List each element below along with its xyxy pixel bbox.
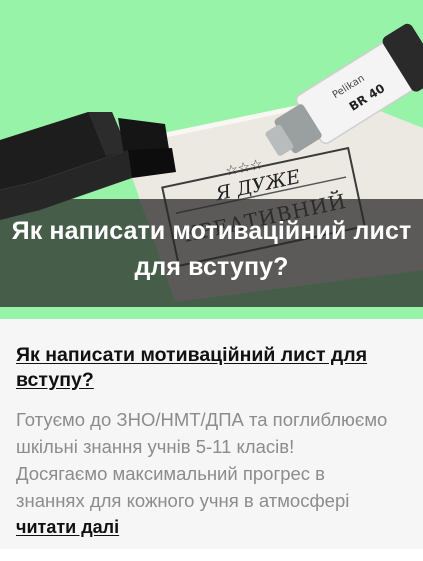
image-caption: Як написати мотиваційний лист для вступу… (0, 213, 423, 285)
image-caption-line: для вступу? (134, 253, 289, 281)
card-bottom-edge (0, 549, 423, 561)
article-content: Як написати мотиваційний лист для вступу… (16, 343, 411, 540)
article-title-line: Як написати мотиваційний лист для (16, 344, 368, 366)
article-title-line: вступу? (16, 369, 94, 391)
article-title-link[interactable]: Як написати мотиваційний лист для вступу… (16, 343, 411, 393)
image-caption-line: Як написати мотиваційний лист (11, 217, 412, 245)
excerpt-line: знаннях для кожного учня в атмосфері (16, 490, 350, 511)
read-more-link[interactable]: читати далі (16, 514, 119, 540)
excerpt-line: шкільні знання учнів 5-11 класів! (16, 436, 295, 457)
excerpt-line: Готуємо до ЗНО/НМТ/ДПА та поглиблюємо (16, 409, 388, 430)
article-image[interactable]: ☆☆☆ Я ДУЖЕ КРЕАТИВНИЙ Pelikan BR 40 (0, 0, 423, 319)
article-excerpt: Готуємо до ЗНО/НМТ/ДПА та поглиблюємо шк… (16, 406, 411, 514)
excerpt-line: Досягаємо максимальний прогрес в (16, 463, 326, 484)
article-card: ☆☆☆ Я ДУЖЕ КРЕАТИВНИЙ Pelikan BR 40 (0, 0, 423, 561)
